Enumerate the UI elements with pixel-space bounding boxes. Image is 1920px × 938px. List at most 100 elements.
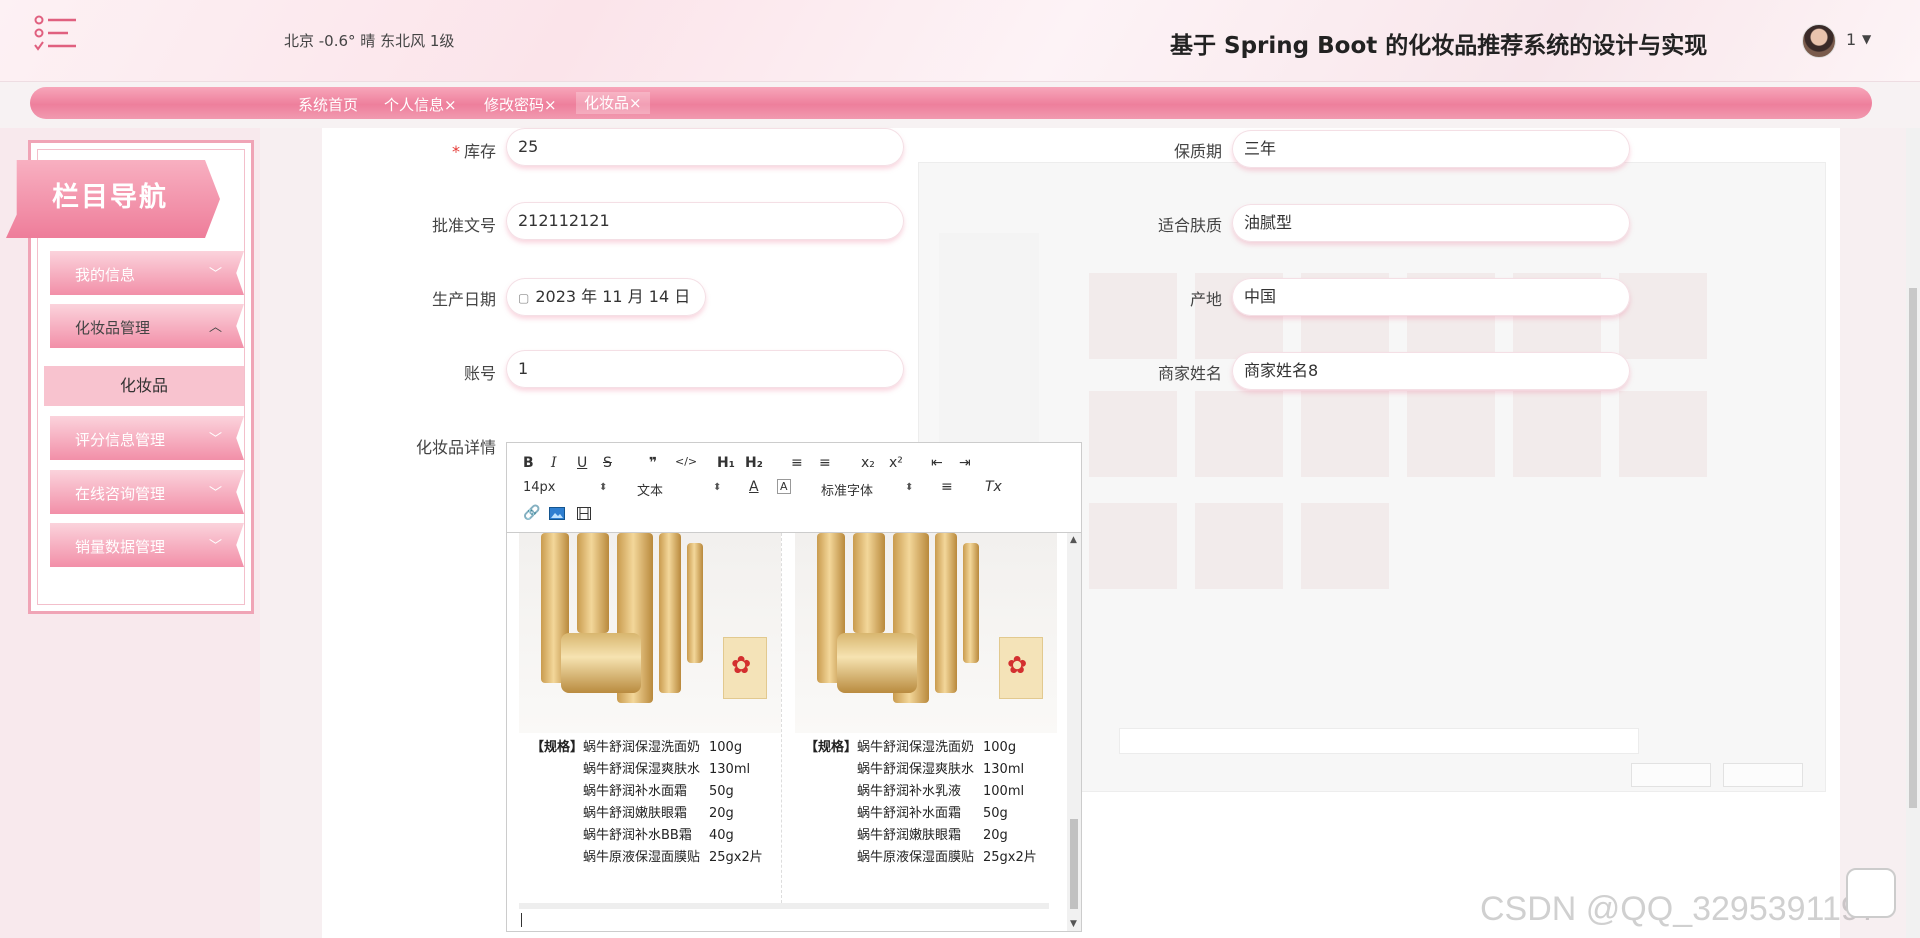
caret-down-icon[interactable]: ▼ [1862,32,1871,46]
spec-qty: 20g [709,806,734,821]
rich-text-editor[interactable]: B I U S ❞ </> H₁ H₂ ≡ ≡ x₂ x² ⇤ ⇥ 14px ⬍… [506,442,1082,932]
dialog-thumb [1301,503,1389,589]
editor-content[interactable]: ✿ ✿ 【规格】蜗牛舒润保湿洗面奶 100g 蜗牛舒润保湿爽肤水 130ml 蜗牛舒… [507,533,1067,931]
link-icon[interactable]: 🔗 [523,505,540,521]
italic-button[interactable]: I [551,455,557,471]
dialog-thumb [1089,391,1177,477]
approval-number-field[interactable]: 212112121 [506,202,904,240]
dialog-thumb [1407,391,1495,477]
spec-name: 蜗牛舒润补水乳液 [857,784,962,799]
dialog-thumb [1089,503,1177,589]
sidebar-title: 栏目导航 [52,182,168,213]
background-color-button[interactable]: A [777,479,791,494]
skin-type-field[interactable]: 油腻型 [1232,204,1630,242]
sidebar-subitem-cosmetics[interactable]: 化妆品 [44,366,244,406]
product-jar [837,633,917,693]
video-icon[interactable] [577,507,591,520]
shelf-life-field[interactable]: 三年 [1232,130,1630,168]
underline-button[interactable]: U [577,455,587,471]
spec-name: 蜗牛舒润补水BB霜 [583,828,692,843]
spec-name: 蜗牛舒润保湿洗面奶 [583,740,701,755]
product-tube [659,533,681,693]
tab-change-password[interactable]: 修改密码× [484,94,557,115]
ordered-list-button[interactable]: ≡ [791,455,803,471]
dialog-button [1631,763,1711,787]
image-icon[interactable] [549,507,565,520]
dialog-thumb [1195,391,1283,477]
spec-header: 【规格】 [805,740,858,755]
chevron-down-icon: ﹀ [208,267,222,282]
font-color-button[interactable]: A [749,479,759,495]
merchant-name-field[interactable]: 商家姓名8 [1232,352,1630,390]
select-caret-icon: ⬍ [599,482,608,493]
sidebar-item-sales-mgmt[interactable]: 销量数据管理 ﹀ [50,523,244,567]
spec-qty: 100ml [983,784,1025,799]
divider [781,533,782,903]
required-mark: * [451,142,460,161]
scroll-up-icon[interactable]: ▲ [1070,535,1077,545]
sidebar-item-my-info[interactable]: 我的信息 ﹀ [50,251,244,295]
clear-format-button[interactable]: Tx [985,479,1002,495]
spec-qty: 25gx2片 [983,850,1037,865]
h2-button[interactable]: H₂ [745,455,763,471]
product-tube [577,533,609,633]
product-tube [963,543,979,663]
outdent-button[interactable]: ⇤ [931,455,943,471]
production-date-value: 2023 年 11 月 14 日 [535,287,691,306]
h1-button[interactable]: H₁ [717,455,735,471]
spec-qty: 20g [983,828,1008,843]
spec-qty: 50g [983,806,1008,821]
spec-qty: 130ml [983,762,1025,777]
spec-name: 蜗牛舒润保湿爽肤水 [857,762,975,777]
page-scrollbar[interactable] [1906,128,1920,938]
tab-bar: 系统首页 个人信息× 修改密码× 化妆品× [30,87,1872,119]
dialog-thumb [1195,503,1283,589]
user-name[interactable]: 1 [1846,30,1856,49]
sidebar-item-cosmetics-mgmt[interactable]: 化妆品管理 ︿ [50,304,244,348]
font-size-select[interactable]: 14px [523,480,556,495]
menu-list-icon[interactable] [34,14,78,54]
text-cursor [521,913,522,927]
spec-qty: 40g [709,828,734,843]
tab-profile[interactable]: 个人信息× [384,94,457,115]
sidebar-item-rating-mgmt[interactable]: 评分信息管理 ﹀ [50,416,244,460]
tab-cosmetics[interactable]: 化妆品× [576,92,650,114]
origin-field[interactable]: 中国 [1232,278,1630,316]
product-tube [853,533,885,633]
stock-label-text: 库存 [463,142,496,161]
merchant-name-label: 商家姓名 [1157,364,1222,383]
subscript-button[interactable]: x₂ [861,455,875,471]
scroll-thumb[interactable] [1909,288,1917,808]
production-date-field[interactable]: ▢ 2023 年 11 月 14 日 [506,278,706,316]
sidebar-item-consult-mgmt[interactable]: 在线咨询管理 ﹀ [50,470,244,514]
scroll-down-icon[interactable]: ▼ [1070,919,1077,929]
code-button[interactable]: </> [675,455,697,468]
dialog-filename-bar [1119,728,1639,754]
align-button[interactable]: ≡ [941,479,953,495]
avatar[interactable] [1802,24,1836,58]
spec-name: 蜗牛舒润保湿爽肤水 [583,762,701,777]
spec-list-left: 【规格】蜗牛舒润保湿洗面奶 100g 蜗牛舒润保湿爽肤水 130ml 蜗牛舒润补水面… [531,737,763,869]
weather-info: 北京 -0.6° 晴 东北风 1级 [284,32,455,50]
text-style-select[interactable]: 文本 [637,480,663,499]
unordered-list-button[interactable]: ≡ [819,455,831,471]
font-family-select[interactable]: 标准字体 [821,480,873,499]
superscript-button[interactable]: x² [889,455,903,471]
scroll-thumb[interactable] [1070,819,1078,909]
spec-name: 蜗牛原液保湿面膜贴 [583,850,701,865]
account-label: 账号 [463,364,496,383]
indent-button[interactable]: ⇥ [959,455,971,471]
calendar-icon: ▢ [518,291,530,305]
editor-scrollbar[interactable]: ▲ ▼ [1067,533,1081,931]
tab-home[interactable]: 系统首页 [298,94,358,115]
dialog-thumb [1301,391,1389,477]
account-field[interactable]: 1 [506,350,904,388]
spec-name: 蜗牛舒润保湿洗面奶 [857,740,975,755]
stock-field[interactable]: 25 [506,128,904,166]
chevron-down-icon: ﹀ [208,539,222,554]
quote-button[interactable]: ❞ [649,455,657,471]
strike-button[interactable]: S [603,455,612,471]
bold-button[interactable]: B [523,455,534,471]
production-date-label: 生产日期 [431,290,496,309]
spec-list-right: 【规格】蜗牛舒润保湿洗面奶 100g 蜗牛舒润保湿爽肤水 130ml 蜗牛舒润补水乳… [805,737,1037,869]
